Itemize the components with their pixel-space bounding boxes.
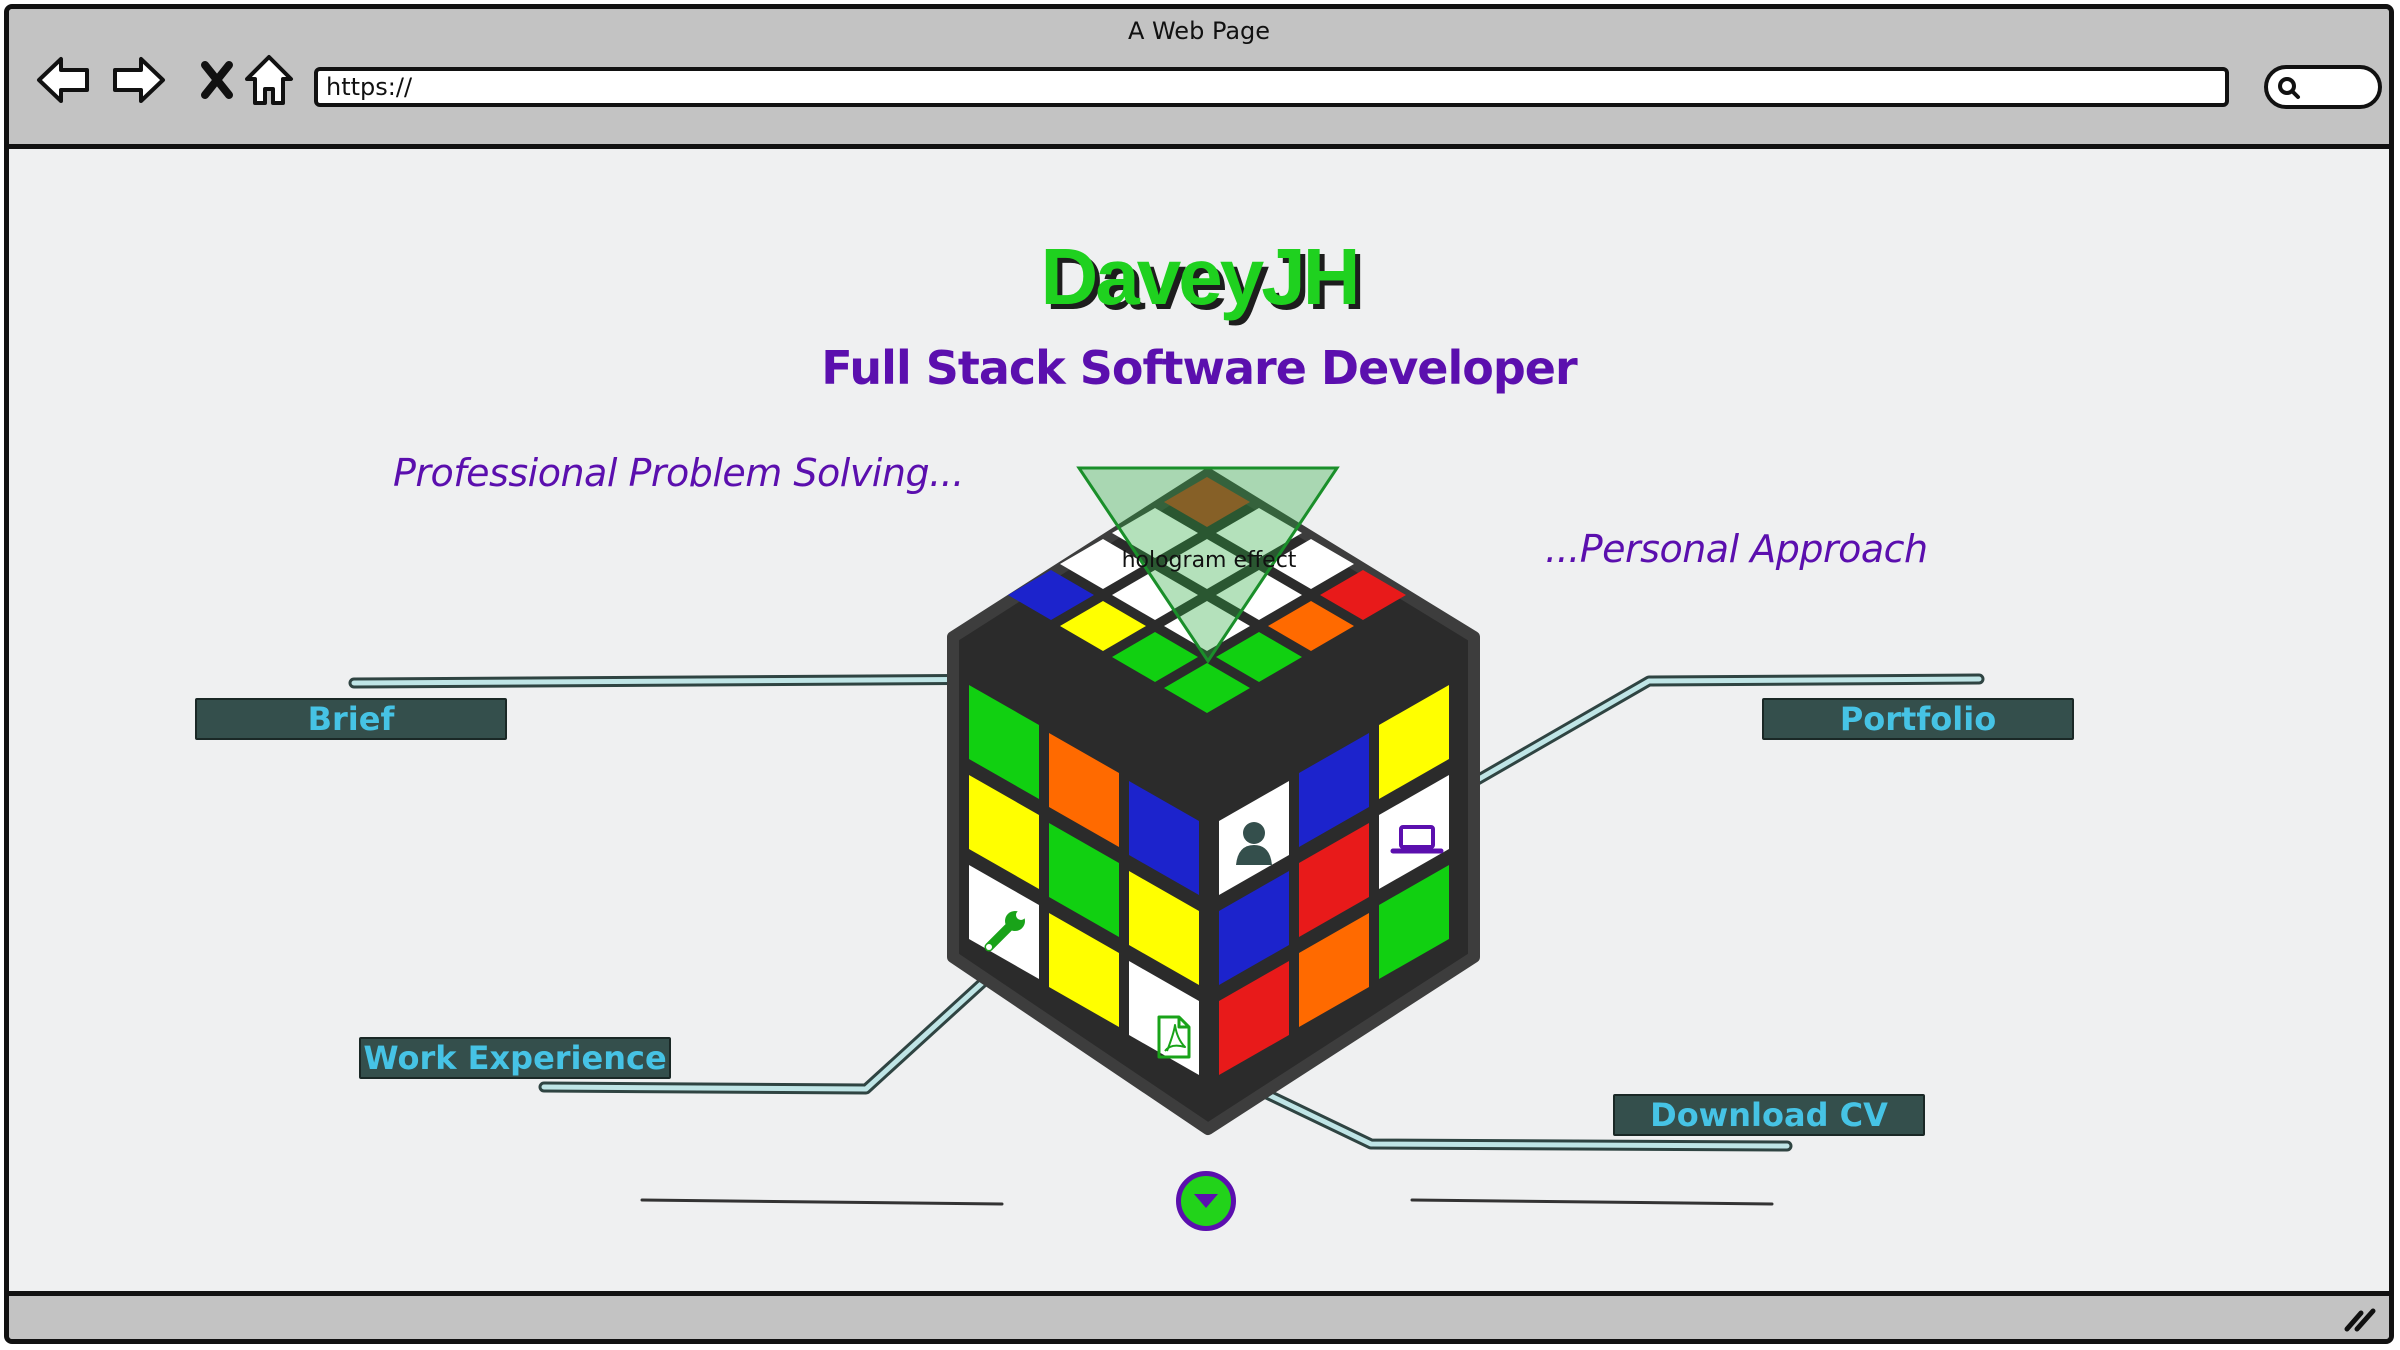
browser-status-bar bbox=[9, 1291, 2389, 1339]
work-experience-button[interactable]: Work Experience bbox=[359, 1037, 671, 1079]
scroll-down-button[interactable] bbox=[1176, 1171, 1236, 1231]
chevron-down-icon bbox=[1194, 1194, 1218, 1208]
brief-button[interactable]: Brief bbox=[195, 698, 507, 740]
back-arrow-icon[interactable] bbox=[35, 51, 91, 109]
hologram-label: hologram effect bbox=[1121, 548, 1297, 573]
resize-grip-icon[interactable] bbox=[2343, 1303, 2377, 1333]
portfolio-button[interactable]: Portfolio bbox=[1762, 698, 2074, 740]
home-icon[interactable] bbox=[241, 51, 297, 109]
url-input[interactable]: https:// bbox=[314, 67, 2229, 107]
forward-arrow-icon[interactable] bbox=[111, 51, 167, 109]
window-title: A Web Page bbox=[1127, 17, 1271, 45]
search-icon bbox=[2278, 77, 2300, 99]
stop-icon[interactable] bbox=[189, 51, 245, 109]
download-cv-button[interactable]: Download CV bbox=[1613, 1094, 1925, 1136]
search-field[interactable] bbox=[2264, 65, 2382, 109]
browser-window: A Web Page https:// DaveyJH Full Stack S… bbox=[4, 4, 2394, 1344]
page-content: DaveyJH Full Stack Software Developer Pr… bbox=[9, 149, 2389, 1296]
browser-toolbar: A Web Page https:// bbox=[9, 9, 2389, 149]
